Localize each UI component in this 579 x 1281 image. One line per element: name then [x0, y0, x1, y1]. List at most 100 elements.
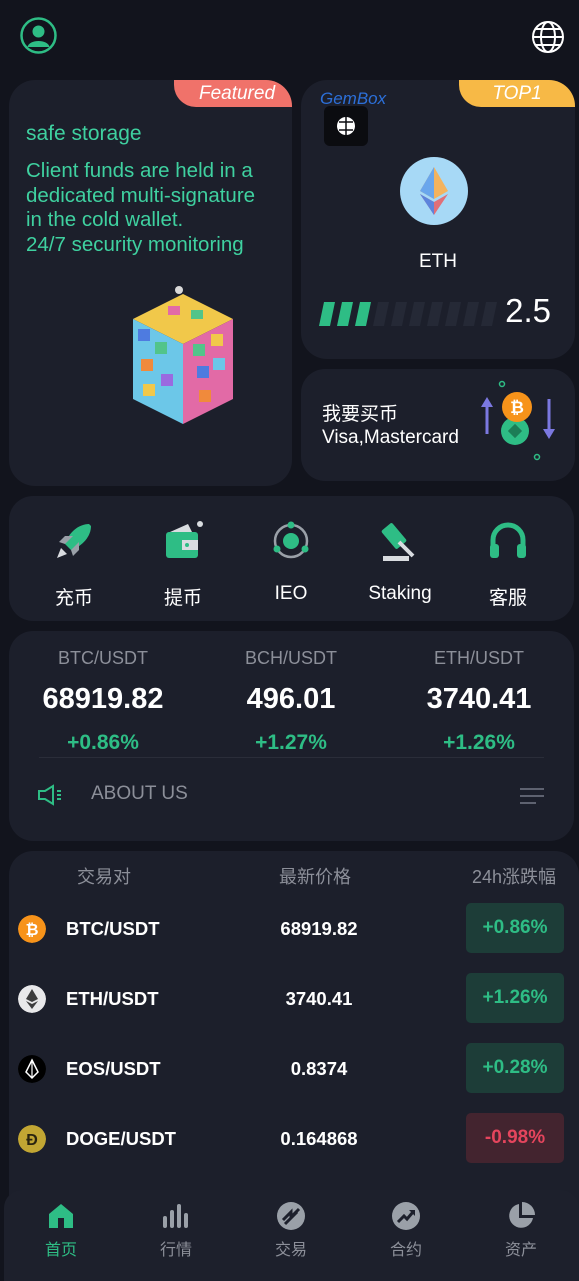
featured-description: Client funds are held in a dedicated mul… — [26, 159, 256, 256]
ticker-change: +0.86% — [67, 731, 139, 754]
top-bar — [0, 0, 579, 76]
ticker-price: 68919.82 — [42, 683, 164, 715]
header-price: 最新价格 — [279, 867, 351, 887]
ticker-item[interactable]: BTC/USDT 68919.82 +0.86% — [9, 648, 197, 755]
about-us-link[interactable]: ABOUT US — [91, 783, 188, 805]
cube-illustration — [133, 286, 233, 424]
table-row[interactable]: ETH/USDT 3740.41 +1.26% — [9, 963, 579, 1033]
doge-icon: Ð — [18, 1125, 46, 1153]
market-list: 交易对 最新价格 24h涨跌幅 ₿ BTC/USDT 68919.82 +0.8… — [9, 851, 579, 1211]
row-pair: ETH/USDT — [66, 988, 159, 1009]
nav-label: 行情 — [159, 1242, 192, 1259]
nav-home[interactable]: 首页 — [21, 1200, 101, 1260]
featured-card[interactable]: Featured safe storage Client funds are h… — [9, 80, 292, 486]
ticker-price: 3740.41 — [426, 683, 532, 715]
nav-label: 资产 — [504, 1242, 537, 1259]
ticker-pair: BTC/USDT — [58, 648, 148, 668]
progress-segment — [481, 302, 497, 326]
featured-title: safe storage — [26, 122, 142, 145]
nav-label: 交易 — [274, 1242, 307, 1259]
progress-segment — [391, 302, 407, 326]
svg-text:₿: ₿ — [510, 398, 524, 417]
row-pair: DOGE/USDT — [66, 1128, 176, 1149]
table-row[interactable]: ₿ BTC/USDT 68919.82 +0.86% — [9, 893, 579, 963]
rocket-icon — [57, 524, 91, 558]
eos-icon — [18, 1055, 46, 1083]
nav-label: 首页 — [44, 1242, 77, 1259]
row-price: 3740.41 — [285, 988, 353, 1009]
ticker-change: +1.26% — [443, 731, 515, 754]
buy-crypto-title: 我要买币 — [322, 404, 399, 425]
row-price: 0.8374 — [290, 1058, 348, 1079]
action-label: IEO — [274, 583, 308, 604]
row-pair: BTC/USDT — [66, 918, 160, 939]
row-change-badge: -0.98% — [466, 1113, 564, 1163]
buy-crypto-methods: Visa,Mastercard — [322, 427, 459, 448]
ticker-price: 496.01 — [246, 683, 336, 715]
menu-icon[interactable] — [520, 786, 544, 806]
action-deposit[interactable]: 充币 — [24, 518, 124, 610]
nav-assets[interactable]: 资产 — [481, 1200, 561, 1260]
progress-segment — [337, 302, 353, 326]
gembox-card[interactable]: GemBox TOP1 ETH 2.5 — [301, 80, 575, 359]
quick-actions: 充币 提币 IEO Staking 客服 — [9, 496, 574, 621]
progress-segment — [427, 302, 443, 326]
eth-icon — [18, 985, 46, 1013]
header-change: 24h涨跌幅 — [472, 867, 557, 887]
action-withdraw[interactable]: 提币 — [133, 518, 233, 610]
trend-icon — [392, 1202, 420, 1230]
header-pair: 交易对 — [77, 867, 131, 887]
user-avatar-icon[interactable] — [20, 17, 57, 54]
row-change-badge: +0.28% — [466, 1043, 564, 1093]
divider — [39, 757, 544, 758]
progress-bar — [319, 302, 497, 326]
ticker-pair: ETH/USDT — [434, 648, 524, 668]
eth-logo-icon — [400, 157, 468, 225]
orbit-icon — [273, 521, 309, 559]
bar-chart-icon — [163, 1204, 188, 1228]
table-row[interactable]: Ð DOGE/USDT 0.164868 -0.98% — [9, 1103, 579, 1173]
home-icon — [49, 1204, 73, 1228]
action-label: Staking — [368, 583, 432, 604]
action-support[interactable]: 客服 — [458, 518, 558, 610]
progress-segment — [355, 302, 371, 326]
gavel-icon — [381, 523, 415, 561]
ticker-item[interactable]: BCH/USDT 496.01 +1.27% — [197, 648, 385, 755]
megaphone-icon — [38, 784, 61, 806]
row-change-badge: +0.86% — [466, 903, 564, 953]
row-price: 68919.82 — [280, 918, 358, 939]
pie-chart-icon — [509, 1202, 535, 1228]
wallet-icon — [166, 521, 203, 558]
nav-trade[interactable]: 交易 — [251, 1200, 331, 1260]
brain-logo-icon — [324, 106, 368, 146]
nav-contract[interactable]: 合约 — [366, 1200, 446, 1260]
progress-segment — [409, 302, 425, 326]
nav-label: 合约 — [389, 1242, 422, 1259]
ticker-change: +1.27% — [255, 731, 327, 754]
featured-ribbon: Featured — [174, 80, 292, 107]
row-pair: EOS/USDT — [66, 1058, 161, 1079]
svg-text:₿: ₿ — [25, 921, 38, 939]
gembox-coin-label: ETH — [419, 251, 457, 272]
trade-icon — [277, 1202, 305, 1230]
headset-icon — [490, 522, 526, 558]
progress-segment — [463, 302, 479, 326]
gembox-value: 2.5 — [505, 292, 551, 329]
ticker-card: BTC/USDT 68919.82 +0.86% BCH/USDT 496.01… — [9, 631, 574, 841]
action-label: 充币 — [54, 588, 93, 609]
action-staking[interactable]: Staking — [350, 518, 450, 605]
row-price: 0.164868 — [280, 1128, 358, 1149]
table-row[interactable]: EOS/USDT 0.8374 +0.28% — [9, 1033, 579, 1103]
bottom-nav: 首页 行情 交易 合约 资产 — [4, 1190, 579, 1281]
nav-market[interactable]: 行情 — [136, 1200, 216, 1260]
action-ieo[interactable]: IEO — [241, 518, 341, 605]
progress-segment — [373, 302, 389, 326]
action-label: 客服 — [488, 588, 527, 609]
ticker-item[interactable]: ETH/USDT 3740.41 +1.26% — [385, 648, 573, 755]
globe-icon[interactable] — [530, 19, 566, 55]
progress-segment — [445, 302, 461, 326]
exchange-coins-icon: ₿ — [481, 380, 555, 461]
action-label: 提币 — [163, 588, 202, 609]
btc-icon: ₿ — [18, 915, 46, 943]
buy-crypto-card[interactable]: 我要买币 Visa,Mastercard ₿ — [301, 369, 575, 481]
